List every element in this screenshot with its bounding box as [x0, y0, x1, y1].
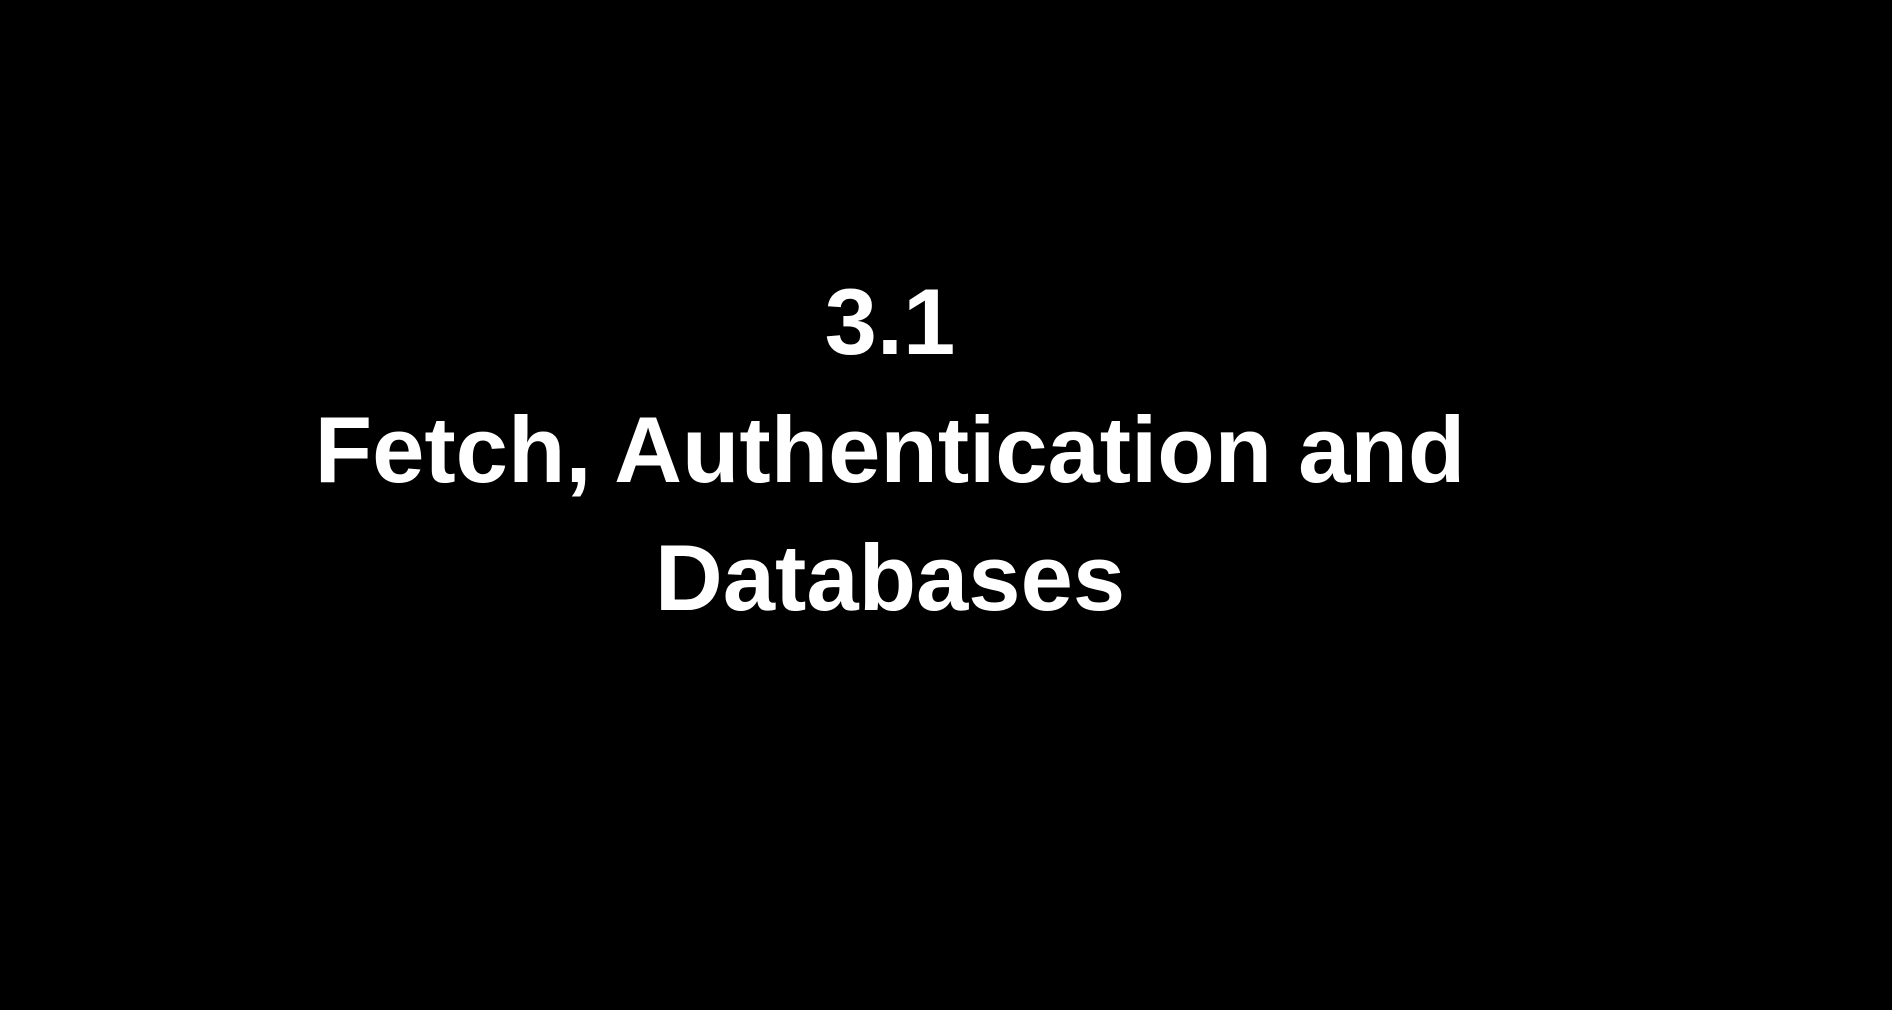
section-number: 3.1	[824, 269, 956, 374]
presentation-slide: 3.1 Fetch, Authentication and Databases	[0, 0, 1892, 1010]
title-line-1: Fetch, Authentication and	[314, 397, 1466, 502]
title-line-2: Databases	[654, 525, 1126, 630]
slide-title: 3.1 Fetch, Authentication and Databases	[0, 258, 1780, 642]
